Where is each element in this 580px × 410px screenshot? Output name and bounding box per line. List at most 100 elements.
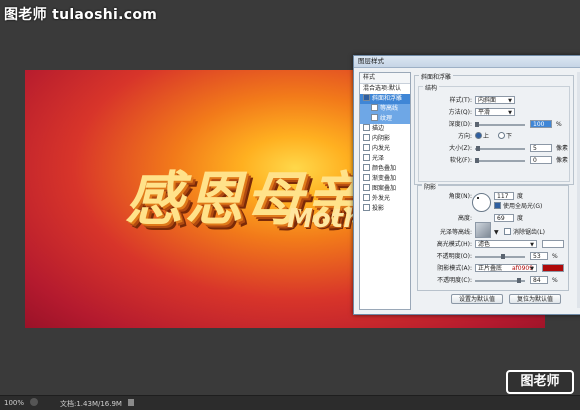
shadow-opacity-unit: % xyxy=(552,277,558,284)
checkbox-icon[interactable] xyxy=(363,134,370,141)
dialog-title[interactable]: 图层样式 xyxy=(354,56,580,68)
watermark-bottom: 图老师 xyxy=(506,370,574,394)
size-slider-handle[interactable] xyxy=(476,146,480,151)
soften-label: 软化(F): xyxy=(449,157,472,164)
sidebar-item-label: 纹理 xyxy=(380,115,393,122)
checkbox-icon[interactable] xyxy=(371,104,378,111)
sidebar-item[interactable]: 等高线 xyxy=(360,104,410,114)
style-select-value: 内斜面 xyxy=(478,97,497,104)
direction-down-radio[interactable]: 下 xyxy=(498,132,512,142)
sidebar-item[interactable]: 斜面和浮雕 xyxy=(360,94,410,104)
checkbox-icon[interactable] xyxy=(363,194,370,201)
sidebar-item[interactable]: 外发光 xyxy=(360,194,410,204)
sidebar-item-label: 渐变叠加 xyxy=(372,175,397,182)
sidebar-item-label: 内阴影 xyxy=(372,135,391,142)
checkbox-icon[interactable] xyxy=(363,94,370,101)
sidebar-item[interactable]: 投影 xyxy=(360,204,410,214)
zoom-level[interactable]: 100% xyxy=(4,399,24,407)
highlight-opacity-unit: % xyxy=(552,253,558,260)
sidebar-item[interactable]: 内发光 xyxy=(360,144,410,154)
shadow-opacity-handle[interactable] xyxy=(517,278,521,283)
doc-size: 文档:1.43M/16.9M xyxy=(60,400,122,408)
checkbox-icon[interactable] xyxy=(363,154,370,161)
highlight-opacity-slider[interactable] xyxy=(475,254,525,259)
method-select[interactable]: 平滑 ▼ xyxy=(475,108,515,116)
sidebar-item[interactable]: 内阴影 xyxy=(360,134,410,144)
antialias-checkbox[interactable]: 消除锯齿(L) xyxy=(504,228,545,238)
global-light-checkbox[interactable]: 使用全局光(G) xyxy=(494,202,542,212)
highlight-mode-select[interactable]: 滤色 ▼ xyxy=(475,240,537,248)
highlight-color-swatch[interactable] xyxy=(542,240,564,248)
depth-slider[interactable] xyxy=(475,122,525,127)
shadow-mode-value: 正片叠底 xyxy=(478,265,503,272)
soften-slider-handle[interactable] xyxy=(475,158,479,163)
sidebar-item[interactable]: 渐变叠加 xyxy=(360,174,410,184)
highlight-opacity-label: 不透明度(O): xyxy=(436,253,472,260)
gloss-contour-label: 光泽等高线: xyxy=(439,229,472,236)
sidebar-item-label: 等高线 xyxy=(380,105,399,112)
style-label: 样式(T): xyxy=(449,97,472,104)
depth-input[interactable]: 100 xyxy=(530,120,552,128)
angle-unit: 度 xyxy=(517,193,524,200)
radio-icon xyxy=(498,132,505,139)
sidebar-item[interactable]: 纹理 xyxy=(360,114,410,124)
soften-unit: 像素 xyxy=(556,157,569,164)
altitude-unit: 度 xyxy=(517,215,524,222)
angle-label: 角度(N): xyxy=(448,193,472,200)
style-select[interactable]: 内斜面 ▼ xyxy=(475,96,515,104)
chevron-down-icon: ▼ xyxy=(508,98,512,104)
checkbox-icon xyxy=(504,228,511,235)
sidebar-item-label: 投影 xyxy=(372,205,385,212)
sidebar-header[interactable]: 样式 xyxy=(360,73,410,84)
checkbox-icon[interactable] xyxy=(363,184,370,191)
checkbox-icon[interactable] xyxy=(363,164,370,171)
checkbox-icon[interactable] xyxy=(363,174,370,181)
chevron-down-icon: ▼ xyxy=(508,110,512,116)
shadow-opacity-input[interactable]: 84 xyxy=(530,276,548,284)
sidebar-item-label: 图案叠加 xyxy=(372,185,397,192)
angle-dial-pointer xyxy=(477,197,479,199)
chevron-down-icon: ▼ xyxy=(530,242,534,248)
reset-default-button[interactable]: 复位为默认值 xyxy=(509,294,561,304)
shadow-color-swatch[interactable] xyxy=(542,264,564,272)
sidebar-blend-options[interactable]: 混合选项:默认 xyxy=(360,84,410,94)
shadow-mode-select[interactable]: 正片叠底 af0909 ▼ xyxy=(475,264,537,272)
highlight-opacity-handle[interactable] xyxy=(501,254,505,259)
status-arrow-icon[interactable] xyxy=(128,399,134,406)
sidebar-item[interactable]: 描边 xyxy=(360,124,410,134)
direction-up-label: 上 xyxy=(483,133,490,140)
size-slider[interactable] xyxy=(475,146,525,151)
checkbox-icon[interactable] xyxy=(363,204,370,211)
depth-slider-handle[interactable] xyxy=(475,122,479,127)
altitude-input[interactable]: 69 xyxy=(494,214,514,222)
method-select-value: 平滑 xyxy=(478,109,491,116)
shadow-opacity-slider[interactable] xyxy=(475,278,525,283)
size-unit: 像素 xyxy=(556,145,569,152)
size-input[interactable]: 5 xyxy=(530,144,552,152)
checkbox-icon xyxy=(494,202,501,209)
sidebar-item[interactable]: 颜色叠加 xyxy=(360,164,410,174)
angle-input[interactable]: 117 xyxy=(494,192,514,200)
shading-title: 阴影 xyxy=(422,182,439,191)
sidebar-item[interactable]: 图案叠加 xyxy=(360,184,410,194)
styles-sidebar: 样式 混合选项:默认 斜面和浮雕 等高线纹理描边内阴影内发光光泽 颜色叠加 渐变叠加图… xyxy=(359,72,411,310)
sidebar-item[interactable]: 光泽 xyxy=(360,154,410,164)
direction-up-radio[interactable]: 上 xyxy=(475,132,489,142)
altitude-label: 高度: xyxy=(457,215,472,222)
antialias-label: 消除锯齿(L) xyxy=(513,229,546,236)
status-icon xyxy=(30,398,38,406)
checkbox-icon[interactable] xyxy=(371,114,378,121)
gloss-chevron-icon[interactable]: ▼ xyxy=(494,228,499,238)
sidebar-item-label: 描边 xyxy=(372,125,385,132)
sidebar-item-label: 内发光 xyxy=(372,145,391,152)
direction-label: 方向: xyxy=(457,133,472,140)
make-default-button[interactable]: 设置为默认值 xyxy=(451,294,503,304)
soften-input[interactable]: 0 xyxy=(530,156,552,164)
gloss-contour-preview[interactable] xyxy=(475,222,491,238)
radio-icon xyxy=(475,132,482,139)
size-label: 大小(Z): xyxy=(449,145,472,152)
soften-slider[interactable] xyxy=(475,158,525,163)
checkbox-icon[interactable] xyxy=(363,124,370,131)
checkbox-icon[interactable] xyxy=(363,144,370,151)
highlight-opacity-input[interactable]: 53 xyxy=(530,252,548,260)
